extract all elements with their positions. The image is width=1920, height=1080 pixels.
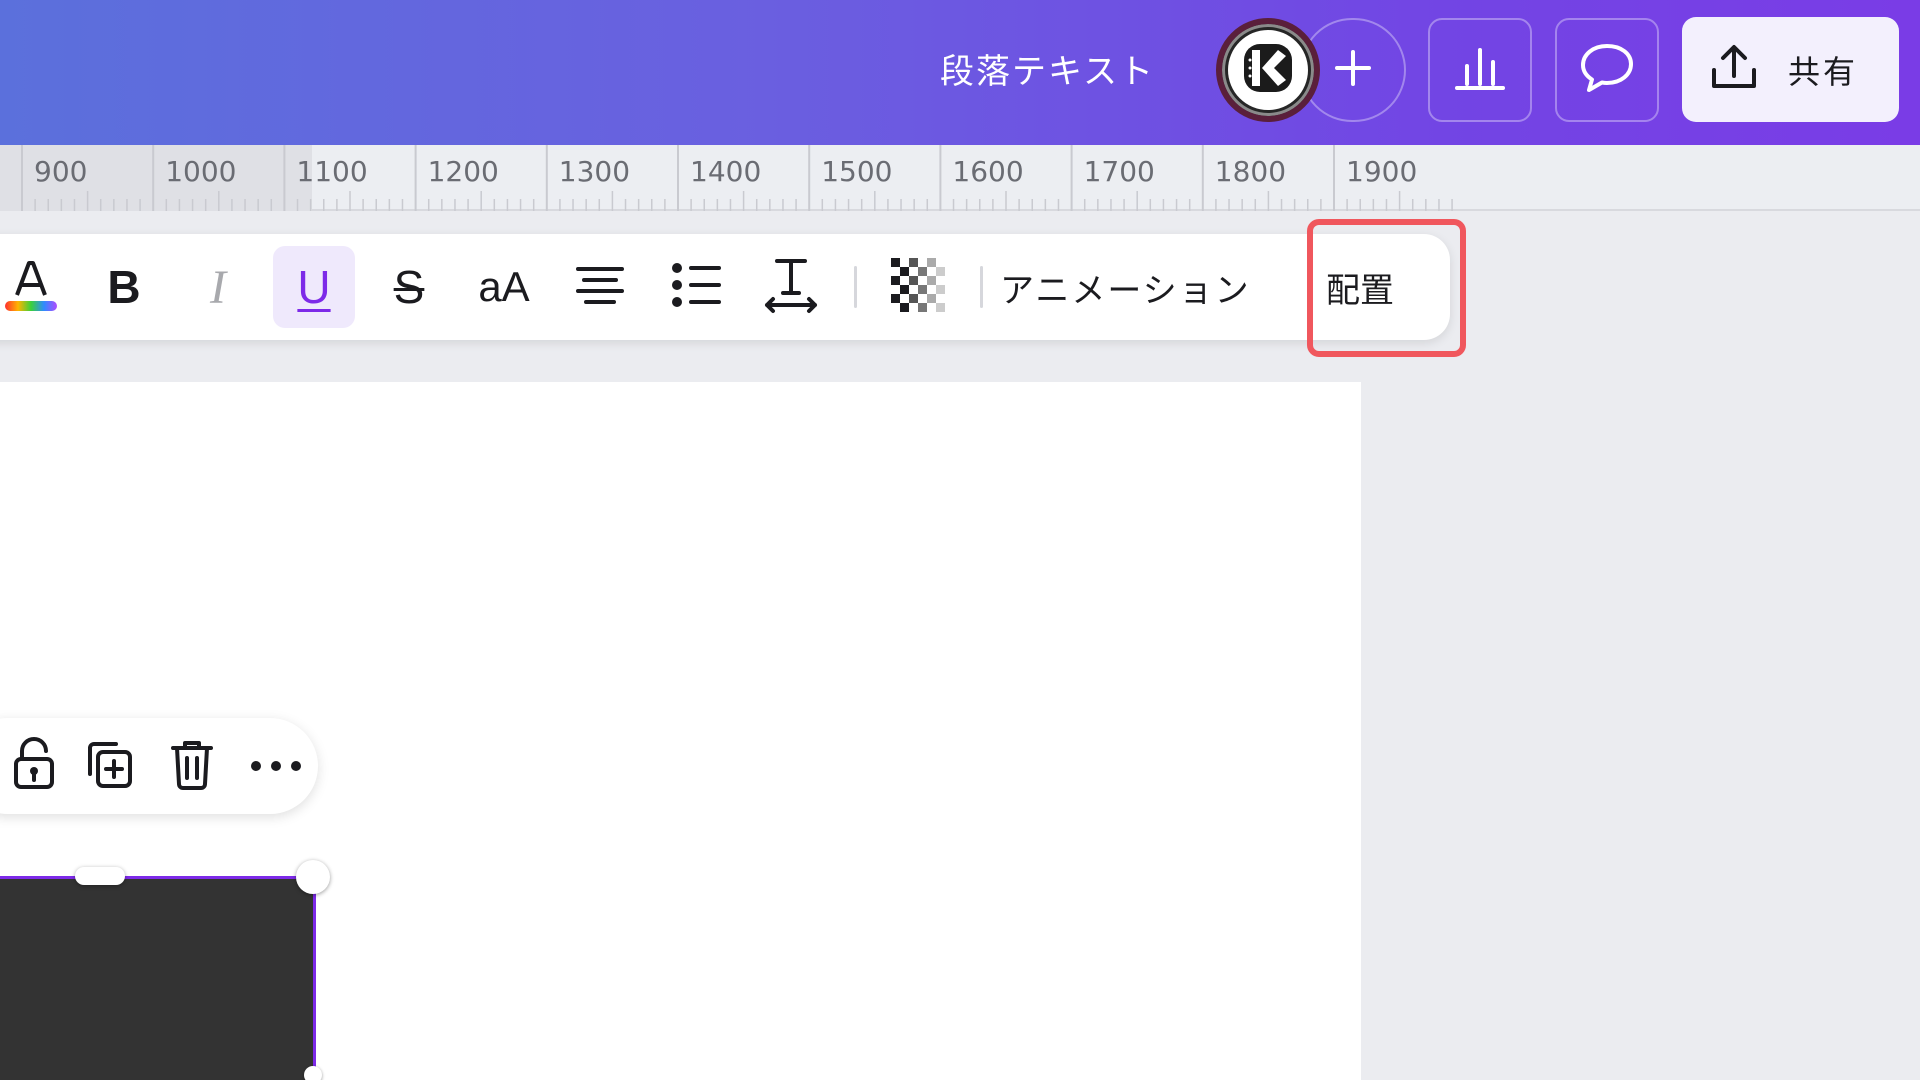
upload-icon (1708, 42, 1760, 98)
kanva-k-logo-icon (1238, 38, 1298, 102)
italic-icon: I (210, 260, 226, 314)
rotate-handle[interactable] (75, 867, 125, 885)
top-header: 段落テキスト 共有 (0, 0, 1920, 145)
italic-button[interactable]: I (177, 246, 259, 328)
duplicate-button[interactable] (74, 732, 142, 800)
comment-button[interactable] (1555, 18, 1659, 122)
ruler-label: 1300 (558, 155, 631, 188)
text-spacing-icon (763, 255, 819, 319)
ruler-label: 1800 (1214, 155, 1287, 188)
bar-chart-icon (1453, 44, 1507, 96)
document-title[interactable]: 段落テキスト (940, 48, 1155, 96)
transparency-button[interactable] (877, 246, 959, 328)
bold-icon: B (107, 261, 141, 313)
bold-button[interactable]: B (83, 246, 165, 328)
toolbar-divider (854, 266, 857, 308)
speech-bubble-icon (1579, 42, 1635, 98)
ruler-label: 1900 (1346, 155, 1418, 188)
plus-icon (1333, 48, 1373, 92)
selected-dark-element[interactable] (0, 876, 316, 1080)
element-context-toolbar (0, 718, 318, 814)
share-label: 共有 (1788, 52, 1859, 91)
more-button[interactable] (242, 732, 310, 800)
align-center-icon (574, 263, 626, 311)
unlock-icon (12, 737, 56, 795)
duplicate-icon (82, 738, 134, 794)
underline-button[interactable]: U (273, 246, 355, 328)
toolbar-divider (980, 266, 983, 308)
delete-button[interactable] (158, 732, 226, 800)
bullet-list-icon (671, 262, 721, 312)
avatar[interactable] (1216, 18, 1320, 122)
transparency-icon (891, 258, 945, 316)
align-button[interactable] (559, 246, 641, 328)
unlock-button[interactable] (0, 732, 68, 800)
text-color-icon (0, 253, 63, 321)
strikethrough-icon: S (393, 261, 425, 313)
spacing-button[interactable] (750, 246, 832, 328)
ruler-label: 1100 (296, 155, 368, 188)
animation-button[interactable]: アニメーション (1000, 246, 1251, 328)
horizontal-ruler[interactable]: 900 1000 1100 1200 1300 1400 1500 1600 1700 1800 1… (0, 145, 1920, 211)
ruler-label: 1400 (690, 155, 762, 188)
text-color-button[interactable] (0, 246, 72, 328)
share-button[interactable]: 共有 (1682, 17, 1899, 122)
letter-case-icon: aA (478, 263, 530, 310)
list-button[interactable] (655, 246, 737, 328)
ruler-label: 1500 (821, 155, 893, 188)
insights-button[interactable] (1428, 18, 1532, 122)
underline-icon: U (297, 261, 331, 313)
text-format-toolbar: B I U S aA アニメーション 配置 (0, 234, 1450, 340)
ruler-label: 1600 (952, 155, 1024, 188)
more-icon (250, 757, 302, 776)
letter-case-button[interactable]: aA (463, 246, 545, 328)
ruler-label: 1700 (1083, 155, 1155, 188)
ruler-label: 1000 (165, 155, 237, 188)
ruler-label: 1200 (427, 155, 499, 188)
strikethrough-button[interactable]: S (368, 246, 450, 328)
highlight-annotation (1307, 219, 1466, 357)
trash-icon (169, 738, 215, 794)
resize-handle-bottom-right[interactable] (304, 1066, 322, 1080)
ruler-label: 900 (34, 155, 88, 188)
resize-handle-top-right[interactable] (296, 860, 330, 894)
